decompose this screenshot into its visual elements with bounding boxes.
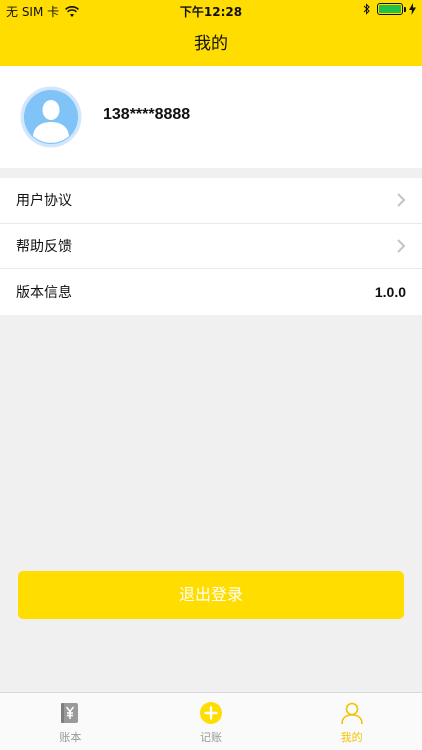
battery-indicator (377, 3, 403, 15)
tab-label: 账本 (59, 731, 82, 744)
profile-icon (340, 702, 363, 725)
chevron-right-icon (397, 193, 406, 207)
settings-menu: 用户协议 帮助反馈 版本信息 1.0.0 (0, 178, 422, 315)
version-value: 1.0.0 (374, 283, 406, 300)
tab-add-record[interactable]: 记账 (141, 693, 282, 750)
bluetooth-icon (363, 3, 370, 15)
charging-icon (409, 3, 416, 15)
top-header: 无 SIM 卡 下午12:28 我的 (0, 0, 422, 66)
status-bar: 无 SIM 卡 下午12:28 (0, 0, 422, 22)
tab-bar: 账本 记账 我的 (0, 692, 422, 750)
menu-item-help-feedback[interactable]: 帮助反馈 (0, 224, 422, 269)
menu-item-label: 用户协议 (16, 193, 72, 210)
status-time: 下午12:28 (179, 5, 243, 19)
page-title: 我的 (194, 34, 228, 54)
tab-profile[interactable]: 我的 (281, 693, 422, 750)
tab-ledger[interactable]: 账本 (0, 693, 141, 750)
tab-label: 记账 (200, 731, 222, 744)
ledger-icon (61, 703, 79, 723)
menu-item-label: 版本信息 (16, 284, 72, 301)
logout-button[interactable]: 退出登录 (18, 571, 404, 619)
menu-item-version-info: 版本信息 1.0.0 (0, 269, 422, 315)
phone-number: 138****8888 (103, 106, 191, 123)
tab-label: 我的 (340, 731, 363, 744)
menu-item-user-agreement[interactable]: 用户协议 (0, 178, 422, 224)
add-icon (200, 702, 222, 724)
chevron-right-icon (397, 239, 406, 253)
profile-card[interactable]: 138****8888 (0, 66, 422, 168)
avatar-icon[interactable] (20, 86, 82, 148)
menu-item-label: 帮助反馈 (16, 238, 72, 255)
